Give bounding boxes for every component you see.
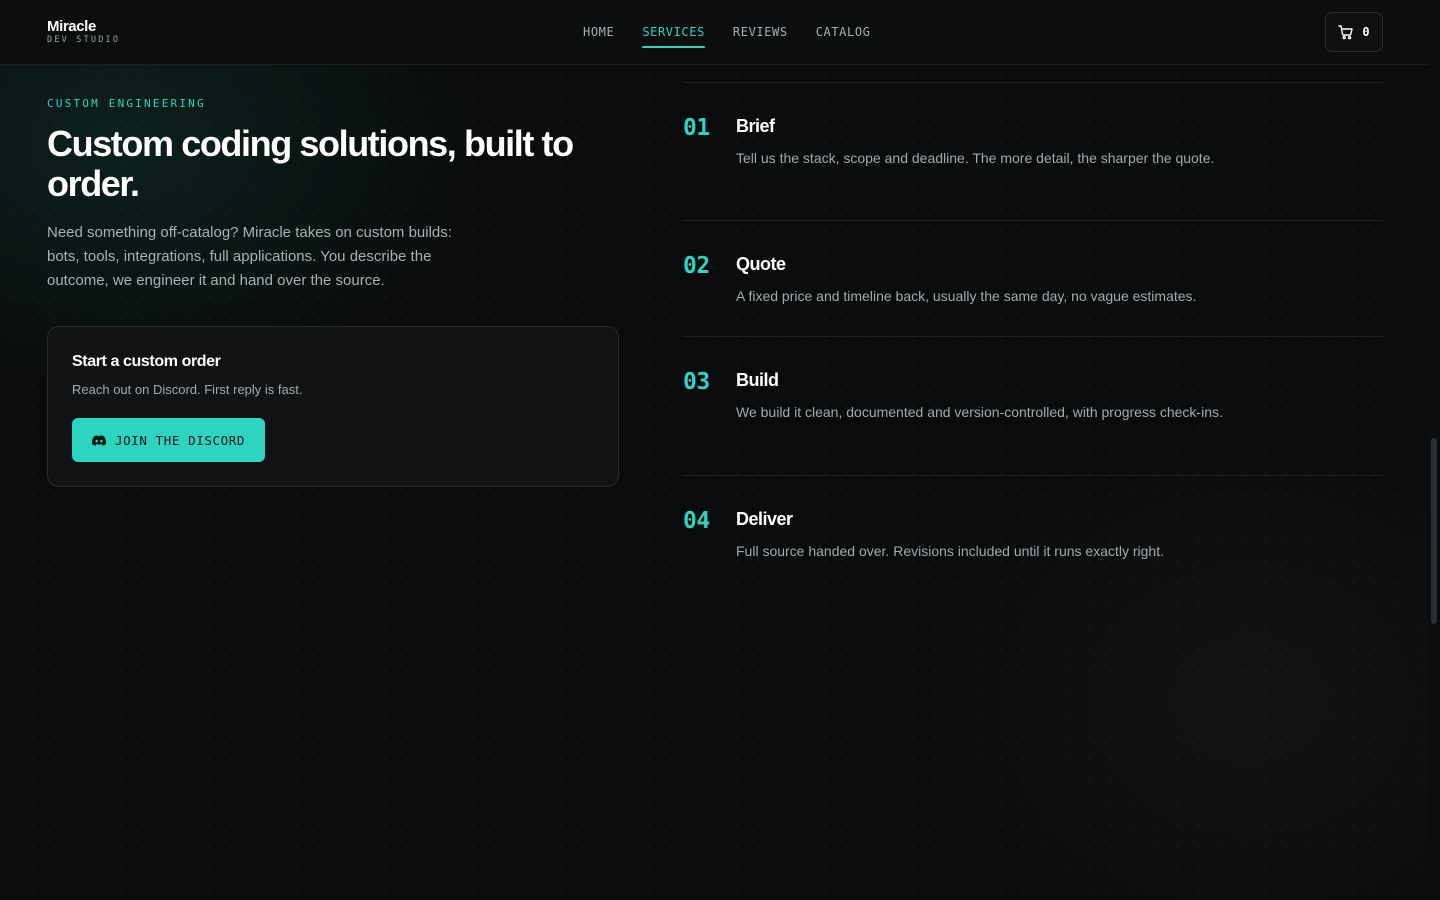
scrollbar-thumb[interactable]	[1431, 438, 1437, 624]
step-brief: 01 Brief Tell us the stack, scope and de…	[683, 82, 1383, 221]
step-number: 01	[683, 115, 710, 141]
join-discord-button[interactable]: JOIN THE DISCORD	[72, 418, 265, 462]
cart-icon	[1338, 25, 1354, 40]
brand-tagline: DEV STUDIO	[47, 35, 121, 45]
step-title: Brief	[736, 116, 775, 136]
brand-name: Miracle	[47, 18, 96, 35]
step-title: Quote	[736, 254, 786, 274]
step-title: Deliver	[736, 509, 793, 529]
step-description: Full source handed over. Revisions inclu…	[736, 543, 1164, 559]
step-number: 04	[683, 508, 710, 534]
join-discord-label: JOIN THE DISCORD	[114, 432, 245, 448]
step-deliver: 04 Deliver Full source handed over. Revi…	[683, 475, 1383, 592]
nav-services[interactable]: SERVICES	[642, 0, 705, 64]
section-eyebrow: CUSTOM ENGINEERING	[47, 97, 206, 110]
nav-catalog[interactable]: CATALOG	[816, 0, 871, 64]
page-title: Custom coding solutions, built to order.	[47, 123, 574, 204]
step-number: 02	[683, 253, 710, 279]
cart-count: 0	[1362, 25, 1370, 39]
order-card-title: Start a custom order	[72, 353, 221, 370]
top-navigation-bar: Miracle DEV STUDIO HOME SERVICES REVIEWS…	[0, 0, 1428, 65]
order-card-subtitle: Reach out on Discord. First reply is fas…	[72, 382, 303, 397]
main-nav: HOME SERVICES REVIEWS CATALOG	[583, 0, 870, 64]
section-description: Need something off-catalog? Miracle take…	[47, 224, 452, 289]
step-number: 03	[683, 369, 710, 395]
step-description: A fixed price and timeline back, usually…	[736, 288, 1197, 304]
nav-home[interactable]: HOME	[583, 0, 614, 64]
custom-order-card: Start a custom order Reach out on Discor…	[47, 326, 619, 487]
discord-icon	[91, 434, 106, 446]
step-build: 03 Build We build it clean, documented a…	[683, 336, 1383, 476]
page-scrollbar[interactable]	[1428, 0, 1440, 900]
step-description: Tell us the stack, scope and deadline. T…	[736, 150, 1215, 166]
step-quote: 02 Quote A fixed price and timeline back…	[683, 220, 1383, 337]
step-title: Build	[736, 370, 779, 390]
nav-reviews[interactable]: REVIEWS	[733, 0, 788, 64]
brand-logo[interactable]: Miracle DEV STUDIO	[47, 18, 121, 46]
cart-button[interactable]: 0	[1325, 12, 1383, 52]
step-description: We build it clean, documented and versio…	[736, 404, 1223, 420]
